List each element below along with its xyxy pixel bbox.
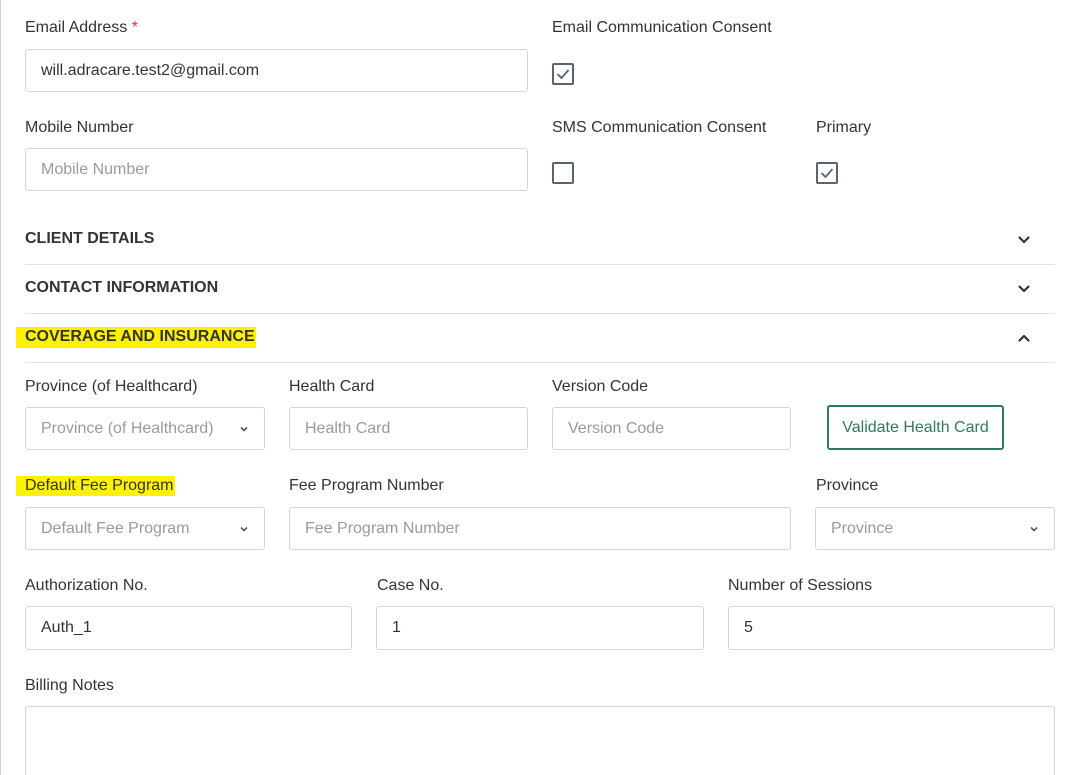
section-client-details[interactable]: CLIENT DETAILS	[25, 216, 1055, 265]
chevron-down-icon	[1018, 236, 1030, 244]
section-coverage-and-insurance[interactable]: COVERAGE AND INSURANCE	[16, 314, 1055, 363]
chevron-up-icon	[1018, 334, 1030, 342]
email-label-text: Email Address	[25, 19, 128, 36]
fee-program-number-input[interactable]	[289, 507, 791, 550]
required-mark: *	[131, 19, 138, 36]
select-placeholder: Province (of Healthcard)	[41, 419, 214, 437]
mobile-label: Mobile Number	[25, 119, 134, 136]
section-title: CLIENT DETAILS	[25, 230, 155, 247]
primary-checkbox[interactable]	[816, 162, 838, 184]
health-card-label: Health Card	[289, 378, 375, 395]
check-icon	[556, 69, 570, 80]
email-consent-label: Email Communication Consent	[552, 19, 772, 36]
authorization-no-input[interactable]	[25, 606, 352, 650]
sms-consent-checkbox[interactable]	[552, 162, 574, 184]
version-code-label: Version Code	[552, 378, 649, 395]
health-card-input[interactable]	[289, 407, 528, 450]
email-label: Email Address *	[25, 18, 138, 38]
default-fee-program-label: Default Fee Program	[16, 476, 175, 496]
section-contact-information[interactable]: CONTACT INFORMATION	[25, 265, 1055, 314]
billing-notes-textarea[interactable]	[25, 706, 1055, 775]
number-of-sessions-label: Number of Sessions	[728, 577, 873, 594]
highlighted-section-title: COVERAGE AND INSURANCE	[16, 327, 256, 348]
section-title: COVERAGE AND INSURANCE	[16, 327, 256, 348]
province-healthcard-select[interactable]: Province (of Healthcard)	[25, 407, 265, 450]
authorization-no-label: Authorization No.	[25, 577, 148, 594]
chevron-down-icon	[1018, 285, 1030, 293]
province-healthcard-label: Province (of Healthcard)	[25, 378, 198, 395]
sms-consent-label: SMS Communication Consent	[552, 119, 767, 136]
chevron-down-icon	[239, 424, 249, 434]
left-divider	[0, 0, 1, 775]
section-title: CONTACT INFORMATION	[25, 279, 219, 296]
email-consent-checkbox[interactable]	[552, 63, 574, 85]
province-select[interactable]: Province	[815, 507, 1055, 550]
highlighted-label: Default Fee Program	[16, 476, 175, 496]
number-of-sessions-input[interactable]	[728, 606, 1055, 650]
case-no-input[interactable]	[376, 606, 704, 650]
version-code-input[interactable]	[552, 407, 791, 450]
mobile-input[interactable]	[25, 148, 528, 191]
case-no-label: Case No.	[377, 577, 444, 594]
fee-program-number-label: Fee Program Number	[289, 477, 444, 494]
province-label: Province	[816, 477, 879, 494]
select-placeholder: Default Fee Program	[41, 519, 190, 537]
chevron-down-icon	[1029, 524, 1039, 534]
chevron-down-icon	[239, 524, 249, 534]
billing-notes-label: Billing Notes	[25, 677, 114, 694]
default-fee-program-select[interactable]: Default Fee Program	[25, 507, 265, 550]
validate-health-card-button[interactable]: Validate Health Card	[827, 405, 1004, 450]
client-form-page: Email Address * Email Communication Cons…	[0, 0, 1078, 775]
email-input[interactable]	[25, 49, 528, 92]
check-icon	[820, 168, 834, 179]
select-placeholder: Province	[831, 519, 894, 537]
primary-label: Primary	[816, 119, 872, 136]
